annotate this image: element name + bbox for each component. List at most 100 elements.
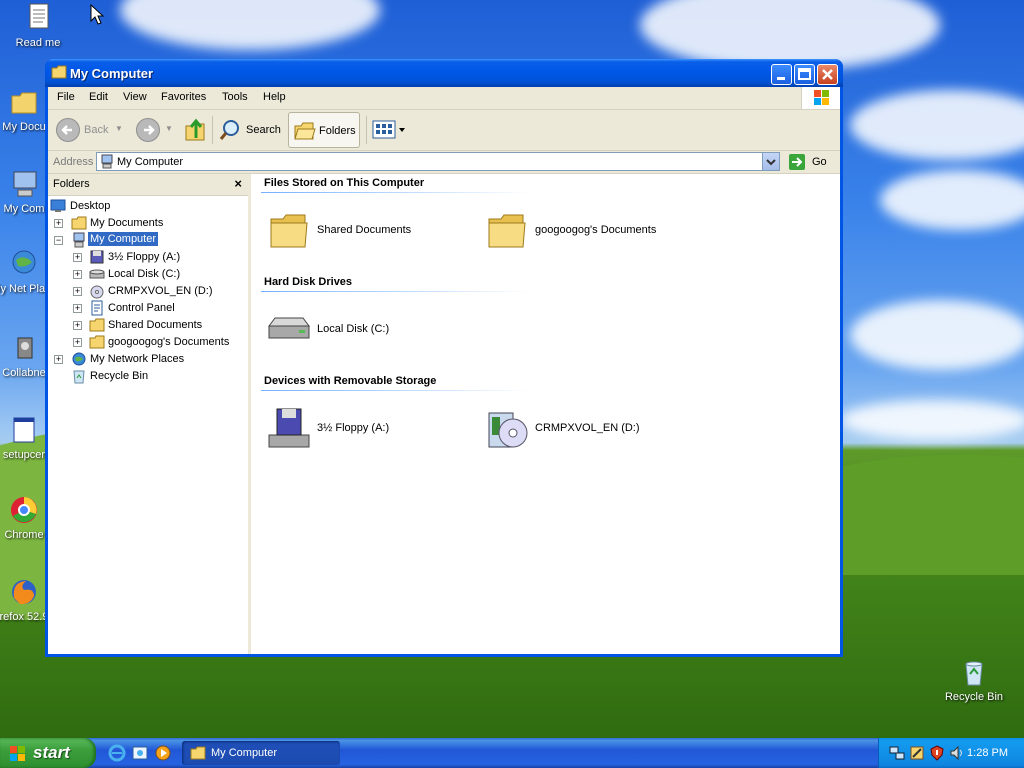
up-folder-button[interactable] [184, 118, 208, 142]
tree-label: Recycle Bin [90, 370, 149, 382]
taskbar-item-label: My Computer [211, 747, 278, 759]
search-icon [219, 120, 239, 140]
tray-app-icon[interactable] [909, 745, 925, 761]
expand-icon[interactable]: + [54, 355, 63, 364]
item-label: Local Disk (C:) [317, 323, 390, 335]
expand-icon[interactable]: + [73, 304, 82, 313]
chevron-down-icon [766, 159, 776, 166]
maximize-button[interactable] [794, 64, 815, 85]
window-title: My Computer [70, 66, 154, 81]
address-input[interactable]: My Computer [96, 152, 780, 171]
expand-icon[interactable]: + [73, 270, 82, 279]
system-tray: 1:28 PM [878, 738, 1024, 768]
content-pane: Files Stored on This Computer Shared Doc… [251, 174, 840, 654]
title-bar[interactable]: My Computer [45, 59, 843, 87]
desktop-icon-read-me[interactable]: Read me [3, 2, 73, 49]
go-arrow-icon [789, 154, 805, 170]
back-dropdown-icon[interactable]: ▼ [115, 124, 123, 133]
expand-icon[interactable]: + [73, 287, 82, 296]
hard-disk-icon [268, 317, 310, 339]
folders-icon [294, 122, 316, 140]
floppy-icon [268, 408, 310, 448]
folders-pane-header: Folders × [48, 174, 248, 196]
up-folder-icon [185, 118, 205, 141]
start-label: start [33, 743, 70, 762]
menu-help[interactable]: Help [263, 91, 286, 103]
desktop-icon [50, 199, 66, 212]
address-value: My Computer [117, 156, 184, 168]
taskbar-item-my-computer[interactable]: My Computer [182, 741, 340, 765]
tree-label: Shared Documents [108, 319, 203, 331]
search-button[interactable] [218, 118, 244, 142]
folder-icon [71, 216, 87, 230]
minimize-button[interactable] [771, 64, 792, 85]
tree-label: Desktop [70, 200, 111, 212]
tree-label: 3½ Floppy (A:) [108, 251, 181, 263]
menu-favorites[interactable]: Favorites [161, 91, 206, 103]
text-document-icon [22, 2, 54, 34]
group-divider [261, 390, 531, 391]
back-button[interactable] [56, 118, 80, 142]
back-arrow-icon [61, 125, 72, 135]
forward-dropdown-icon[interactable]: ▼ [165, 124, 173, 133]
folder-icon [190, 746, 206, 760]
collabnet-icon [8, 332, 40, 364]
search-label[interactable]: Search [246, 124, 281, 136]
expand-icon[interactable]: + [73, 253, 82, 262]
go-label: Go [812, 156, 827, 168]
media-player-icon[interactable] [154, 744, 172, 762]
item-cd-drive[interactable]: CRMPXVOL_EN (D:) [483, 405, 683, 455]
tree-label: My Documents [90, 217, 164, 229]
group-divider [261, 192, 531, 193]
close-button[interactable] [817, 64, 838, 85]
hard-disk-icon [89, 269, 105, 279]
group-header: Devices with Removable Storage [264, 375, 437, 387]
folder-icon [488, 214, 526, 248]
menu-file[interactable]: File [57, 91, 75, 103]
expand-icon[interactable]: + [73, 321, 82, 330]
maximize-icon [798, 68, 811, 80]
taskbar: start My Computer 1:28 PM [0, 738, 1024, 768]
menu-view[interactable]: View [123, 91, 147, 103]
outlook-express-icon[interactable] [131, 744, 149, 762]
group-divider [261, 291, 531, 292]
volume-icon[interactable] [949, 745, 965, 761]
my-computer-icon [73, 232, 85, 248]
mouse-cursor-icon [90, 4, 104, 25]
tree-label: Control Panel [108, 302, 175, 314]
item-floppy[interactable]: 3½ Floppy (A:) [265, 405, 445, 455]
back-label: Back [84, 124, 109, 136]
item-label: Shared Documents [317, 224, 412, 236]
folders-button[interactable]: Folders [288, 112, 360, 148]
toolbar: Back ▼ ▼ Search Folders [48, 110, 840, 151]
folder-icon [270, 214, 308, 248]
menu-edit[interactable]: Edit [89, 91, 108, 103]
collapse-icon[interactable]: − [54, 236, 63, 245]
close-pane-icon[interactable]: × [234, 176, 242, 191]
item-shared-documents[interactable]: Shared Documents [265, 207, 445, 257]
expand-icon[interactable]: + [54, 219, 63, 228]
cd-drive-icon [90, 285, 104, 299]
start-button[interactable]: start [0, 738, 96, 768]
address-dropdown-button[interactable] [762, 153, 779, 170]
tree-label: Local Disk (C:) [108, 268, 181, 280]
toolbar-separator [366, 116, 367, 144]
control-panel-icon [91, 300, 103, 316]
internet-explorer-icon[interactable] [108, 744, 126, 762]
security-shield-icon[interactable] [929, 745, 945, 761]
toolbar-separator [212, 116, 213, 144]
item-user-documents[interactable]: googoogog's Documents [483, 207, 683, 257]
network-icon[interactable] [889, 745, 905, 761]
menu-bar: File Edit View Favorites Tools Help [48, 87, 840, 110]
views-button[interactable] [372, 120, 406, 140]
firefox-icon [8, 576, 40, 608]
menu-tools[interactable]: Tools [222, 91, 248, 103]
forward-arrow-icon [144, 125, 155, 135]
desktop-icon-recycle-bin[interactable]: Recycle Bin [939, 656, 1009, 703]
clock[interactable]: 1:28 PM [967, 747, 1008, 759]
item-local-disk[interactable]: Local Disk (C:) [265, 306, 445, 356]
folders-pane: Folders × Desktop + My Documents − My Co… [48, 174, 251, 654]
go-button[interactable]: Go [788, 153, 833, 171]
expand-icon[interactable]: + [73, 338, 82, 347]
forward-button[interactable] [136, 118, 160, 142]
